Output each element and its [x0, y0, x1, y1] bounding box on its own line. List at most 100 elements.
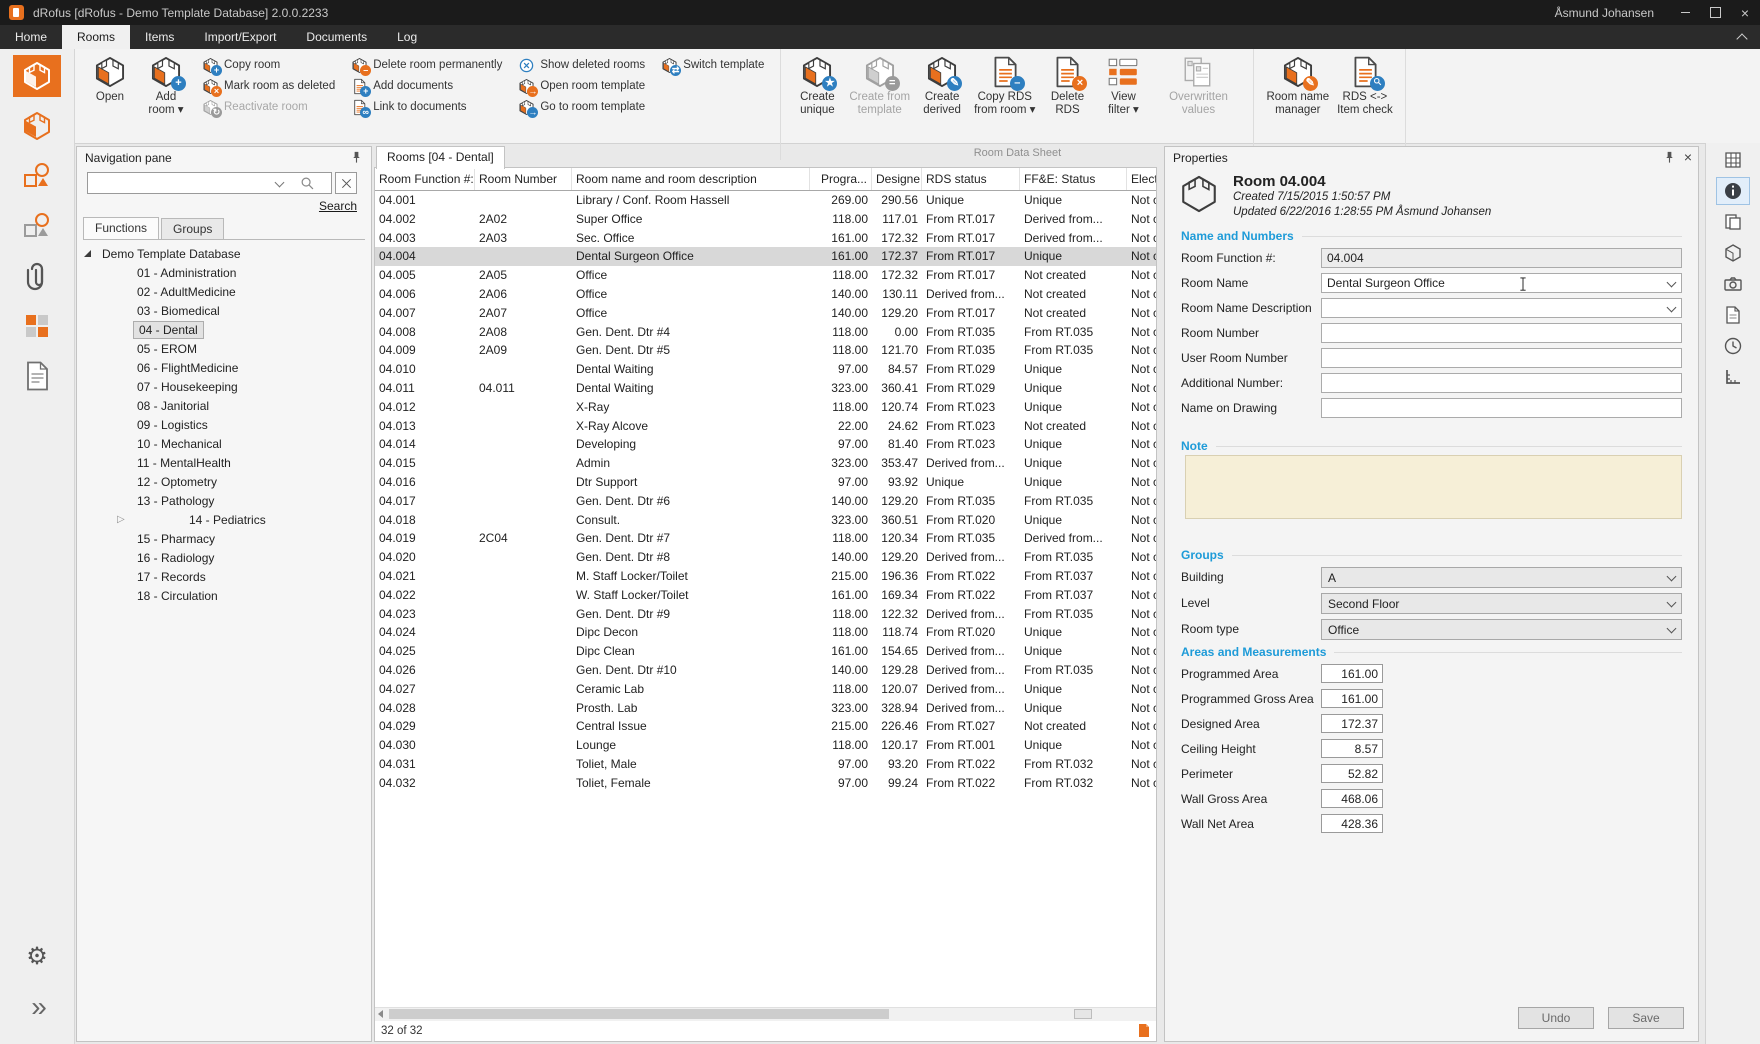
tree-item-11-mentalhealth[interactable]: 11 - MentalHealth: [77, 453, 371, 472]
minimize-button[interactable]: [1670, 0, 1700, 25]
scroll-left-arrow[interactable]: [378, 1010, 383, 1018]
copy-tab-button[interactable]: [1716, 208, 1750, 236]
nav-tab-functions[interactable]: Functions: [83, 217, 159, 239]
tree-item-08-janitorial[interactable]: 08 - Janitorial: [77, 396, 371, 415]
chevron-down-icon[interactable]: [1667, 571, 1677, 581]
nav-tab-groups[interactable]: Groups: [161, 218, 224, 239]
chevron-down-icon[interactable]: [275, 178, 285, 188]
tree-item-09-logistics[interactable]: 09 - Logistics: [77, 415, 371, 434]
table-row[interactable]: 04.0022A02Super Office118.00117.01From R…: [375, 210, 1156, 229]
table-row[interactable]: 04.013X-Ray Alcove22.0024.62From RT.023N…: [375, 417, 1156, 436]
room-name-input[interactable]: Dental Surgeon Office: [1321, 273, 1682, 293]
programmed-area-input[interactable]: 161.00: [1321, 664, 1383, 683]
scrollbar-thumb[interactable]: [389, 1009, 889, 1019]
tree-item-06-flightmedicine[interactable]: 06 - FlightMedicine: [77, 358, 371, 377]
column-header-electri[interactable]: Electri...: [1127, 168, 1157, 190]
table-row[interactable]: 04.004Dental Surgeon Office161.00172.37F…: [375, 247, 1156, 266]
table-row[interactable]: 04.029Central Issue215.00226.46From RT.0…: [375, 717, 1156, 736]
table-row[interactable]: 04.0052A05Office118.00172.32From RT.017N…: [375, 266, 1156, 285]
column-header-room-function[interactable]: Room Function #:: [375, 168, 475, 190]
perimeter-input[interactable]: 52.82: [1321, 764, 1383, 783]
tree-item-18-circulation[interactable]: 18 - Circulation: [77, 586, 371, 605]
tab-rooms[interactable]: Rooms: [62, 25, 130, 49]
rooms-tab[interactable]: Rooms [04 - Dental]: [376, 146, 505, 169]
pin-icon[interactable]: [350, 151, 363, 164]
expand-sidebar-button[interactable]: »: [13, 986, 61, 1028]
table-row[interactable]: 04.0062A06Office140.00130.11Derived from…: [375, 285, 1156, 304]
ribbon-switch-template[interactable]: ⇄Switch template: [661, 55, 764, 75]
tab-import-export[interactable]: Import/Export: [189, 25, 291, 49]
ribbon-copy-room[interactable]: +Copy room: [202, 55, 335, 75]
tree-item-01-administration[interactable]: 01 - Administration: [77, 263, 371, 282]
report-page-icon[interactable]: [1138, 1023, 1150, 1038]
table-row[interactable]: 04.0072A07Office140.00129.20From RT.017N…: [375, 304, 1156, 323]
info-tab-button[interactable]: [1716, 177, 1750, 205]
table-row[interactable]: 04.010Dental Waiting97.0084.57From RT.02…: [375, 360, 1156, 379]
ribbon-room-name-manager[interactable]: ✎Room name manager: [1262, 52, 1333, 130]
wall-gross-area-input[interactable]: 468.06: [1321, 789, 1383, 808]
tree-item-13-pathology[interactable]: 13 - Pathology: [77, 491, 371, 510]
tab-documents[interactable]: Documents: [291, 25, 382, 49]
search-link[interactable]: Search: [319, 199, 357, 213]
column-header-designe[interactable]: Designe...: [872, 168, 922, 190]
table-row[interactable]: 04.022W. Staff Locker/Toilet161.00169.34…: [375, 586, 1156, 605]
table-row[interactable]: 04.017Gen. Dent. Dtr #6140.00129.20From …: [375, 492, 1156, 511]
sidebar-item-item-groups[interactable]: [13, 205, 61, 247]
wall-net-area-input[interactable]: 428.36: [1321, 814, 1383, 833]
table-row[interactable]: 04.021M. Staff Locker/Toilet215.00196.36…: [375, 567, 1156, 586]
room-name-description-input[interactable]: [1321, 298, 1682, 318]
tab-log[interactable]: Log: [382, 25, 432, 49]
column-header-progra[interactable]: Progra...: [810, 168, 872, 190]
level-select[interactable]: Second Floor: [1321, 593, 1682, 614]
tab-items[interactable]: Items: [130, 25, 189, 49]
horizontal-scrollbar[interactable]: [375, 1007, 1156, 1021]
table-row[interactable]: 04.030Lounge118.00120.17From RT.001Uniqu…: [375, 736, 1156, 755]
scrollbar-grip[interactable]: [1074, 1009, 1092, 1019]
search-input[interactable]: [87, 172, 332, 194]
files-tab-button[interactable]: [1716, 301, 1750, 329]
close-panel-button[interactable]: ×: [1684, 150, 1692, 164]
tree-item-16-radiology[interactable]: 16 - Radiology: [77, 548, 371, 567]
maximize-button[interactable]: [1700, 0, 1730, 25]
tab-home[interactable]: Home: [0, 25, 62, 49]
settings-button[interactable]: ⚙: [13, 936, 61, 978]
table-row[interactable]: 04.024Dipc Decon118.00118.74From RT.020U…: [375, 623, 1156, 642]
name-on-drawing-input[interactable]: [1321, 398, 1682, 418]
tree-item-17-records[interactable]: 17 - Records: [77, 567, 371, 586]
chevron-down-icon[interactable]: [1667, 597, 1677, 607]
ribbon-go-to-room-template[interactable]: →Go to room template: [518, 97, 645, 117]
table-row[interactable]: 04.0082A08Gen. Dent. Dtr #4118.000.00Fro…: [375, 323, 1156, 342]
ribbon-mark-room-as-deleted[interactable]: ×Mark room as deleted: [202, 76, 335, 96]
table-row[interactable]: 04.012X-Ray118.00120.74From RT.023Unique…: [375, 398, 1156, 417]
ribbon-collapse-button[interactable]: [1724, 25, 1760, 49]
history-tab-button[interactable]: [1716, 332, 1750, 360]
column-header-rds-status[interactable]: RDS status: [922, 168, 1020, 190]
ribbon-add-room[interactable]: +Add room ▾: [138, 52, 194, 130]
table-row[interactable]: 04.023Gen. Dent. Dtr #9118.00122.32Deriv…: [375, 605, 1156, 624]
ribbon-create-unique[interactable]: ★Create unique: [789, 52, 845, 130]
table-row[interactable]: 04.032Toliet, Female97.0099.24From RT.02…: [375, 774, 1156, 793]
tree-item-12-optometry[interactable]: 12 - Optometry: [77, 472, 371, 491]
tree-item-14-pediatrics[interactable]: ▷14 - Pediatrics: [77, 510, 371, 529]
ribbon-rds-item-check[interactable]: RDS <-> Item check: [1333, 52, 1397, 130]
ribbon-open[interactable]: Open: [82, 52, 138, 130]
tree-item-03-biomedical[interactable]: 03 - Biomedical: [77, 301, 371, 320]
ribbon-show-deleted-rooms[interactable]: Show deleted rooms: [518, 55, 645, 75]
table-row[interactable]: 04.0032A03Sec. Office161.00172.32From RT…: [375, 229, 1156, 248]
table-row[interactable]: 04.025Dipc Clean161.00154.65Derived from…: [375, 642, 1156, 661]
table-row[interactable]: 04.001Library / Conf. Room Hassell269.00…: [375, 191, 1156, 210]
tree-item-05-erom[interactable]: 05 - EROM: [77, 339, 371, 358]
clear-search-button[interactable]: [335, 172, 357, 194]
note-textarea[interactable]: [1185, 455, 1682, 519]
table-row[interactable]: 04.018Consult.323.00360.51From RT.020Uni…: [375, 511, 1156, 530]
pin-icon[interactable]: [1663, 151, 1676, 164]
chevron-down-icon[interactable]: [1667, 623, 1677, 633]
table-row[interactable]: 04.01104.011Dental Waiting323.00360.41Fr…: [375, 379, 1156, 398]
table-row[interactable]: 04.028Prosth. Lab323.00328.94Derived fro…: [375, 699, 1156, 718]
sidebar-item-buildings[interactable]: [13, 305, 61, 347]
ribbon-create-derived[interactable]: ✎Create derived: [914, 52, 970, 130]
table-row[interactable]: 04.0092A09Gen. Dent. Dtr #5118.00121.70F…: [375, 341, 1156, 360]
collapsed-triangle-icon[interactable]: ▷: [117, 514, 129, 525]
building-select[interactable]: A: [1321, 567, 1682, 588]
programmed-gross-area-input[interactable]: 161.00: [1321, 689, 1383, 708]
